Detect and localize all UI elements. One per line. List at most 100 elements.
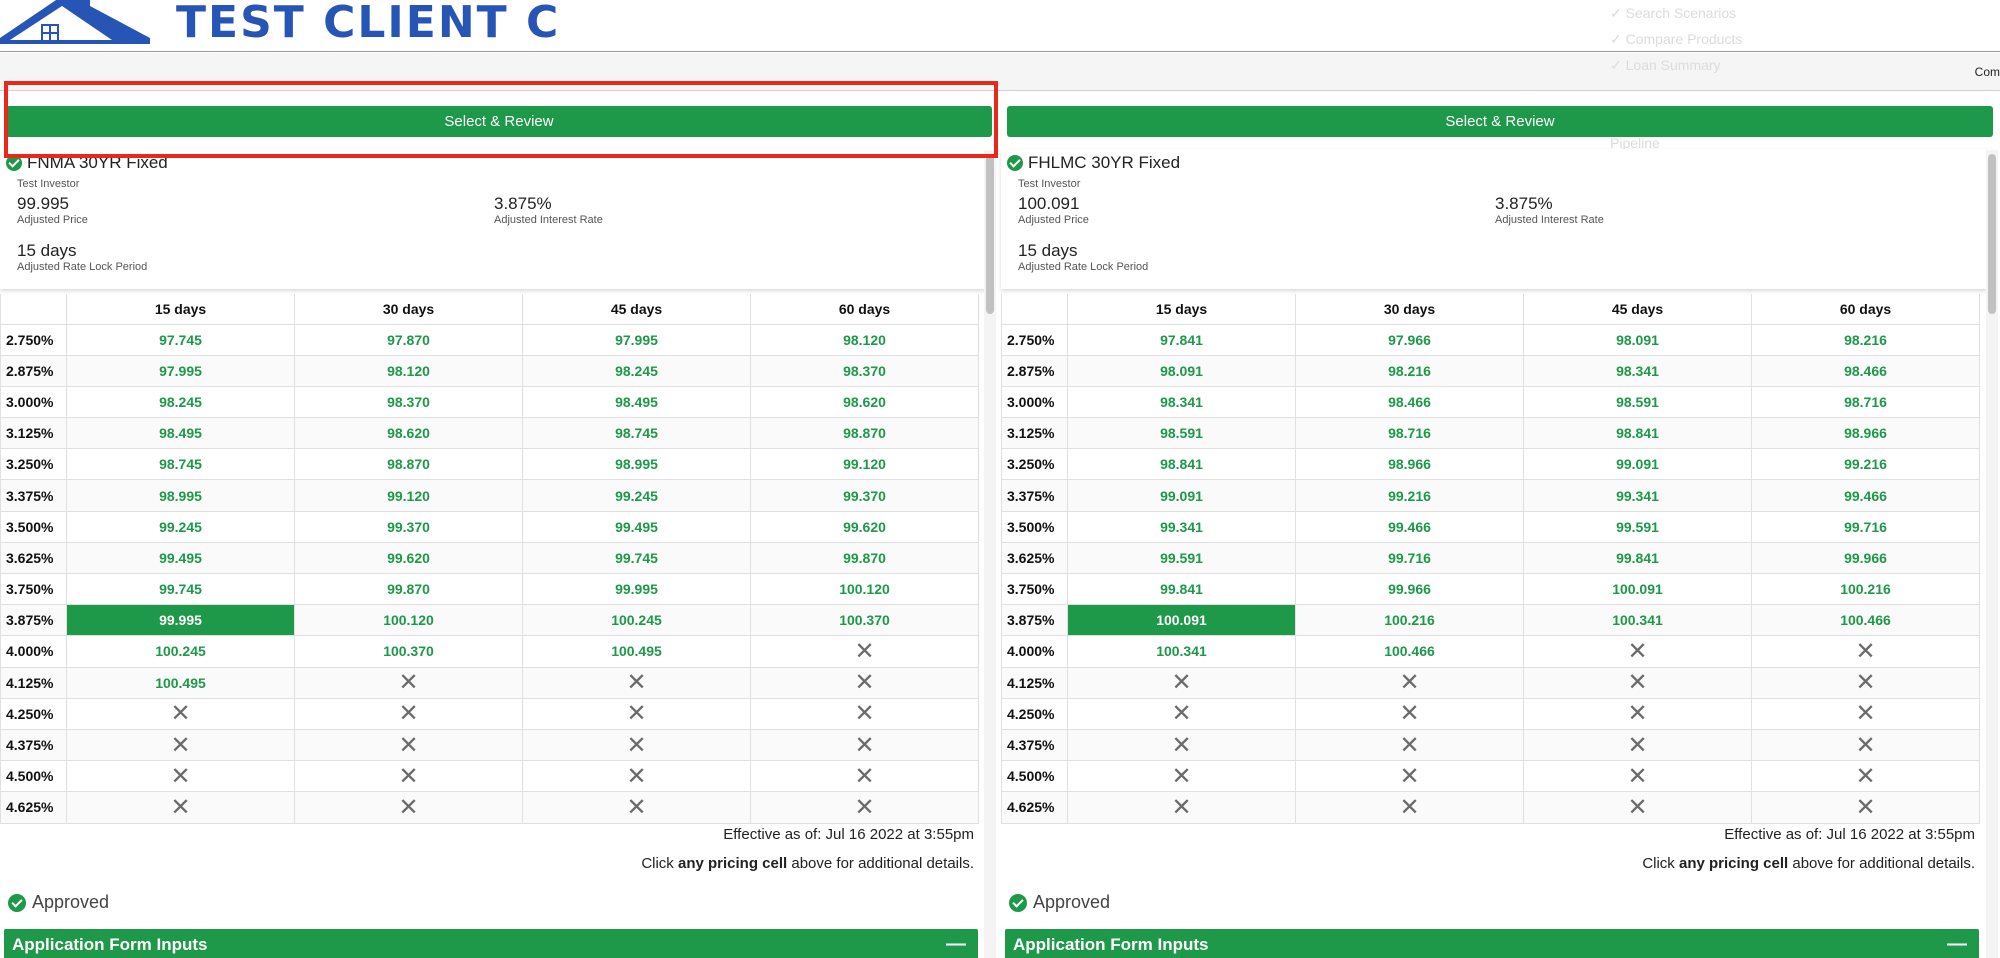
pricing-cell[interactable]: 98.370 (294, 385, 523, 419)
pricing-cell[interactable]: 97.841 (1067, 323, 1296, 356)
pricing-cell[interactable]: 97.745 (66, 323, 295, 356)
pricing-cell[interactable]: 99.466 (1751, 479, 1980, 512)
pricing-cell[interactable]: 97.995 (522, 323, 751, 356)
pricing-cell[interactable]: 99.620 (750, 510, 979, 543)
unavailable-x-icon: ✕ (1523, 791, 1752, 824)
lock-period-column-header: 15 days (1067, 294, 1296, 325)
pricing-cell[interactable]: 100.370 (294, 635, 523, 668)
pricing-cell[interactable]: 98.495 (522, 385, 751, 419)
pricing-cell[interactable]: 98.091 (1523, 323, 1752, 356)
scrollbar-left[interactable] (986, 154, 994, 314)
pricing-cell[interactable]: 98.841 (1067, 448, 1296, 481)
toolbar-right-text[interactable]: Com (1975, 65, 2000, 79)
pricing-cell[interactable]: 98.995 (522, 448, 751, 481)
pricing-cell[interactable]: 98.716 (1295, 417, 1524, 450)
pricing-cell[interactable]: 99.466 (1295, 510, 1524, 543)
pricing-cell[interactable]: 99.745 (66, 572, 295, 606)
pricing-cell[interactable]: 99.870 (294, 572, 523, 606)
scrollbar-right[interactable] (1988, 154, 1996, 314)
application-form-inputs-header[interactable]: Application Form Inputs — (1005, 929, 1979, 958)
pricing-cell[interactable]: 100.216 (1295, 604, 1524, 637)
pricing-cell[interactable]: 99.495 (522, 510, 751, 543)
pricing-cell[interactable]: 98.745 (522, 417, 751, 450)
pricing-cell[interactable]: 100.341 (1523, 604, 1752, 637)
pricing-cell[interactable]: 99.245 (66, 510, 295, 543)
pricing-cell[interactable]: 98.620 (294, 417, 523, 450)
pricing-cell[interactable]: 98.466 (1751, 354, 1980, 387)
pricing-cell[interactable]: 98.216 (1295, 354, 1524, 387)
pricing-cell[interactable]: 100.466 (1295, 635, 1524, 668)
pricing-cell[interactable]: 99.841 (1067, 572, 1296, 606)
pricing-cell[interactable]: 100.245 (66, 635, 295, 668)
pricing-cell[interactable]: 99.216 (1751, 448, 1980, 481)
pricing-cell[interactable]: 99.591 (1067, 541, 1296, 575)
selected-pricing-cell[interactable]: 100.091 (1067, 604, 1296, 637)
pricing-cell[interactable]: 98.841 (1523, 417, 1752, 450)
pricing-cell[interactable]: 100.370 (750, 604, 979, 637)
pricing-cell[interactable]: 98.995 (66, 479, 295, 512)
pricing-cell[interactable]: 99.620 (294, 541, 523, 575)
pricing-cell[interactable]: 99.091 (1523, 448, 1752, 481)
pricing-cell[interactable]: 100.466 (1751, 604, 1980, 637)
collapse-icon[interactable]: — (1947, 933, 1967, 956)
pricing-cell[interactable]: 98.870 (750, 417, 979, 450)
pricing-cell[interactable]: 99.245 (522, 479, 751, 512)
pricing-cell[interactable]: 98.620 (750, 385, 979, 419)
pricing-cell[interactable]: 99.341 (1523, 479, 1752, 512)
pricing-cell[interactable]: 99.716 (1751, 510, 1980, 543)
pricing-cell[interactable]: 98.216 (1751, 323, 1980, 356)
pricing-cell[interactable]: 98.245 (522, 354, 751, 387)
selected-pricing-cell[interactable]: 99.995 (66, 604, 295, 637)
pricing-cell[interactable]: 99.870 (750, 541, 979, 575)
pricing-cell[interactable]: 98.745 (66, 448, 295, 481)
pricing-cell[interactable]: 99.745 (522, 541, 751, 575)
pricing-cell[interactable]: 99.995 (522, 572, 751, 606)
pricing-cell[interactable]: 98.716 (1751, 385, 1980, 419)
pricing-cell[interactable]: 100.495 (522, 635, 751, 668)
collapse-icon[interactable]: — (946, 933, 966, 956)
pricing-cell[interactable]: 99.341 (1067, 510, 1296, 543)
pricing-cell[interactable]: 99.216 (1295, 479, 1524, 512)
pricing-cell[interactable]: 98.341 (1067, 385, 1296, 419)
pricing-cell[interactable]: 100.120 (750, 572, 979, 606)
pricing-cell[interactable]: 99.091 (1067, 479, 1296, 512)
pricing-cell[interactable]: 98.591 (1523, 385, 1752, 419)
pricing-cell[interactable]: 98.966 (1295, 448, 1524, 481)
application-form-inputs-header[interactable]: Application Form Inputs — (4, 929, 978, 958)
pricing-cell[interactable]: 99.591 (1523, 510, 1752, 543)
interest-rate-cell: 3.625% (0, 541, 67, 575)
pricing-cell[interactable]: 98.120 (294, 354, 523, 387)
pricing-cell[interactable]: 98.120 (750, 323, 979, 356)
pricing-cell[interactable]: 98.341 (1523, 354, 1752, 387)
pricing-cell[interactable]: 98.870 (294, 448, 523, 481)
pricing-cell[interactable]: 98.370 (750, 354, 979, 387)
unavailable-x-icon: ✕ (1067, 760, 1296, 793)
pricing-cell[interactable]: 99.841 (1523, 541, 1752, 575)
pricing-cell[interactable]: 98.091 (1067, 354, 1296, 387)
pricing-cell[interactable]: 99.370 (750, 479, 979, 512)
pricing-cell[interactable]: 99.966 (1295, 572, 1524, 606)
pricing-cell[interactable]: 97.995 (66, 354, 295, 387)
pricing-cell[interactable]: 99.716 (1295, 541, 1524, 575)
pricing-cell[interactable]: 99.120 (750, 448, 979, 481)
pricing-cell[interactable]: 98.495 (66, 417, 295, 450)
approval-status-text: Approved (1033, 892, 1111, 912)
pricing-cell[interactable]: 100.120 (294, 604, 523, 637)
pricing-cell[interactable]: 100.216 (1751, 572, 1980, 606)
pricing-cell[interactable]: 99.966 (1751, 541, 1980, 575)
pricing-cell[interactable]: 98.591 (1067, 417, 1296, 450)
pricing-cell[interactable]: 97.966 (1295, 323, 1524, 356)
pricing-cell[interactable]: 98.245 (66, 385, 295, 419)
select-review-button[interactable]: Select & Review (6, 106, 992, 137)
pricing-cell[interactable]: 99.120 (294, 479, 523, 512)
pricing-cell[interactable]: 98.466 (1295, 385, 1524, 419)
pricing-cell[interactable]: 99.495 (66, 541, 295, 575)
pricing-cell[interactable]: 100.091 (1523, 572, 1752, 606)
pricing-cell[interactable]: 98.966 (1751, 417, 1980, 450)
pricing-cell[interactable]: 100.341 (1067, 635, 1296, 668)
pricing-cell[interactable]: 100.495 (66, 666, 295, 699)
pricing-cell[interactable]: 97.870 (294, 323, 523, 356)
select-review-button[interactable]: Select & Review (1007, 106, 1993, 137)
pricing-cell[interactable]: 100.245 (522, 604, 751, 637)
pricing-cell[interactable]: 99.370 (294, 510, 523, 543)
